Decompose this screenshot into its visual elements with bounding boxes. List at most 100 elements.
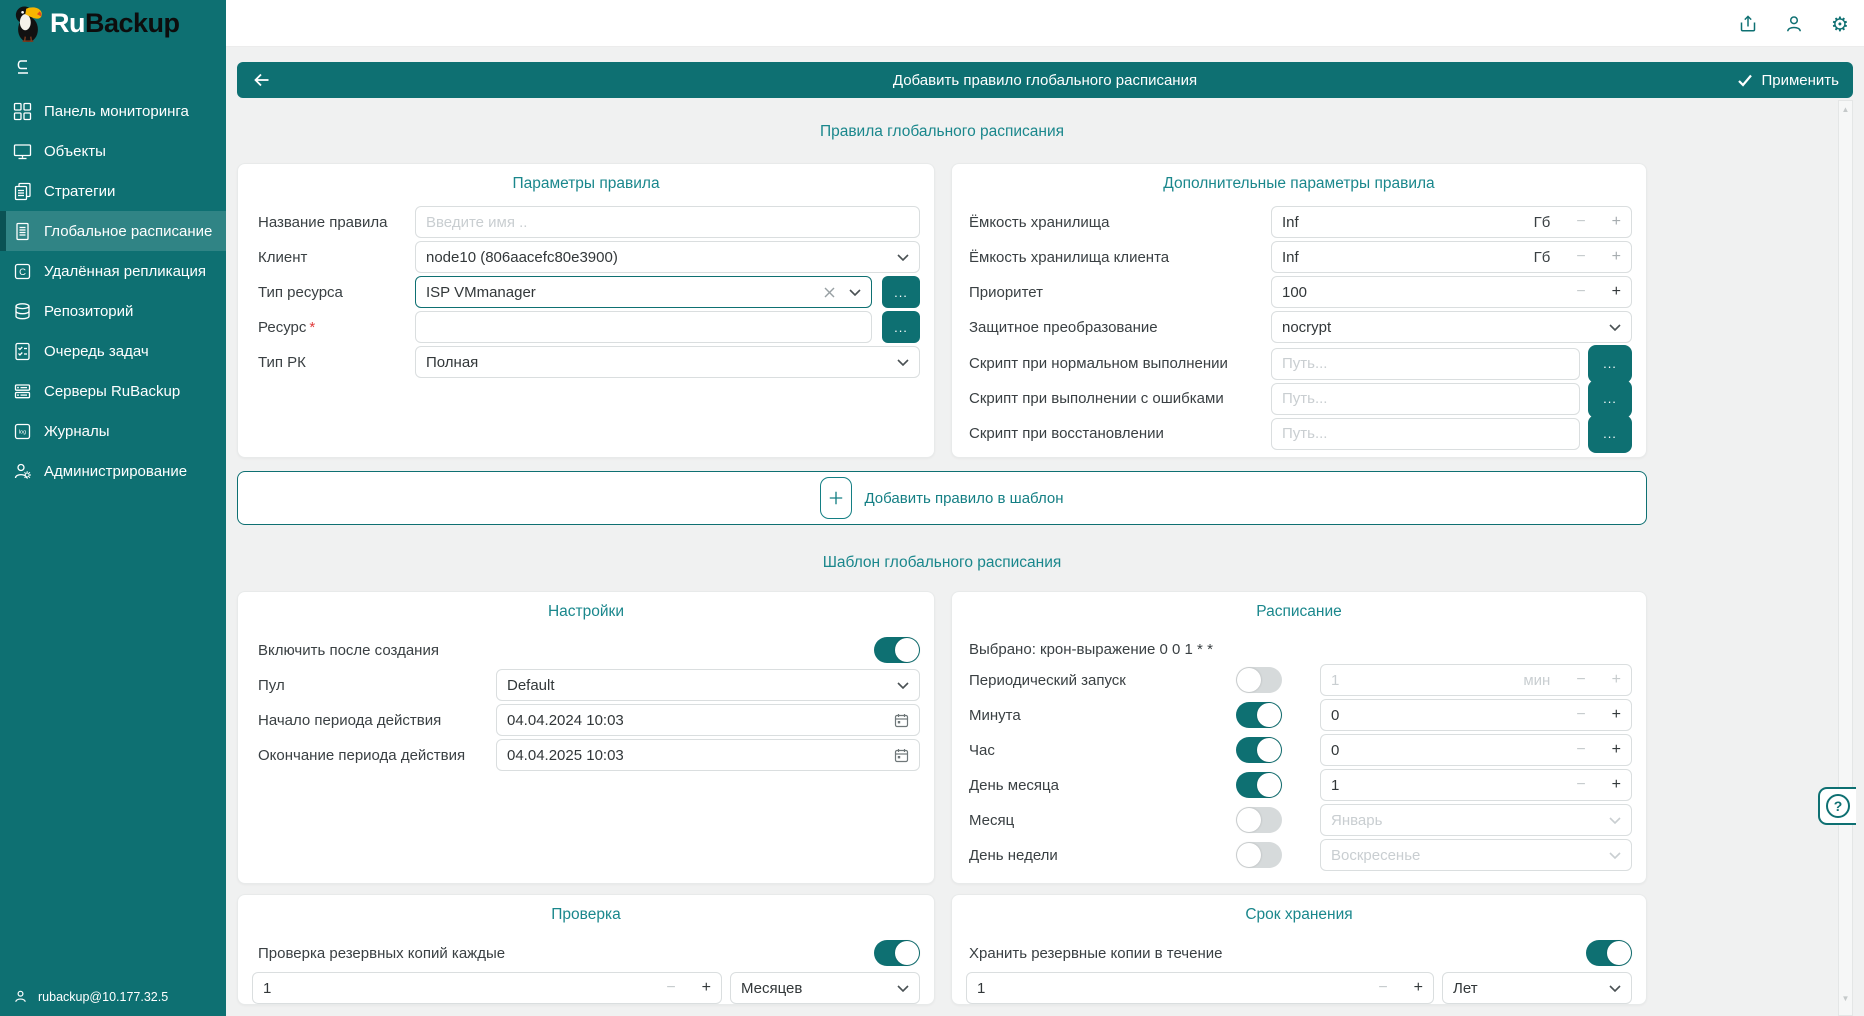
decrement-button[interactable]: − [1576,214,1585,230]
apply-button[interactable]: Применить [1737,72,1839,89]
period-start-input[interactable] [507,712,894,729]
increment-button[interactable]: + [1612,742,1621,758]
chevron-down-icon[interactable] [849,289,861,296]
clear-icon[interactable] [824,287,835,298]
sidebar-item-label: Панель мониторинга [44,103,189,120]
settings-gear-icon[interactable]: ⚙ [1830,14,1850,34]
script-normal-browse-button[interactable]: ... [1588,345,1632,383]
decrement-button[interactable]: − [1576,284,1585,300]
month-toggle[interactable] [1236,807,1282,833]
sidebar-item-objects[interactable]: Объекты [0,131,226,171]
script-error-browse-button[interactable]: ... [1588,380,1632,418]
increment-button[interactable]: + [1612,777,1621,793]
upload-icon[interactable] [1738,14,1758,34]
retention-toggle[interactable] [1586,940,1632,966]
resource-type-combobox[interactable]: ISP VMmanager [415,276,872,308]
monitor-icon [13,142,32,161]
crypt-select[interactable]: nocrypt [1271,311,1632,343]
help-button[interactable]: ? [1818,787,1856,825]
sidebar-item-label: Журналы [44,423,110,440]
vertical-scrollbar[interactable]: ▲ ▼ [1838,100,1853,1016]
month-day-field[interactable]: 1 −+ [1320,769,1632,801]
resource-type-browse-button[interactable]: ... [882,276,920,308]
template-section-title: Шаблон глобального расписания [237,554,1647,572]
backup-type-value: Полная [426,354,478,371]
hour-toggle[interactable] [1236,737,1282,763]
scroll-down-icon[interactable]: ▼ [1839,994,1852,1003]
sidebar-item-task-queue[interactable]: Очередь задач [0,331,226,371]
sidebar-item-administration[interactable]: Администрирование [0,451,226,491]
sidebar-item-strategies[interactable]: Стратегии [0,171,226,211]
pool-select[interactable]: Default [496,669,920,701]
minute-label: Минута [966,707,1236,724]
increment-button[interactable]: + [1612,249,1621,265]
decrement-button[interactable]: − [666,980,675,996]
rule-name-input[interactable] [426,214,909,231]
script-restore-browse-button[interactable]: ... [1588,415,1632,453]
decrement-button[interactable]: − [1378,980,1387,996]
backup-type-select[interactable]: Полная [415,346,920,378]
sidebar-item-monitoring-panel[interactable]: Панель мониторинга [0,91,226,131]
resource-input[interactable] [426,319,861,336]
retention-unit-select[interactable]: Лет [1442,972,1632,1004]
card-title: Расписание [966,602,1632,622]
periodic-run-value: 1 [1331,672,1339,689]
hour-value: 0 [1331,742,1339,759]
account-icon[interactable] [1784,14,1804,34]
periodic-run-label: Периодический запуск [966,672,1236,689]
minute-toggle[interactable] [1236,702,1282,728]
verify-interval-unit-select[interactable]: Месяцев [730,972,920,1004]
client-capacity-unit: Гб [1534,249,1551,266]
collapse-sidebar-icon[interactable] [13,59,35,77]
back-button[interactable] [251,69,273,91]
log-icon: log [13,422,32,441]
extra-parameters-card: Дополнительные параметры правила Ёмкость… [951,163,1647,458]
script-restore-field [1271,418,1580,450]
month-day-label: День месяца [966,777,1236,794]
increment-button[interactable]: + [1612,707,1621,723]
decrement-button[interactable]: − [1576,707,1585,723]
sidebar-item-repository[interactable]: Репозиторий [0,291,226,331]
resource-type-label: Тип ресурса [252,284,415,301]
card-title: Настройки [252,602,920,622]
sidebar-item-remote-replication[interactable]: C Удалённая репликация [0,251,226,291]
hour-field[interactable]: 0 − + [1320,734,1632,766]
decrement-button[interactable]: − [1576,777,1585,793]
minute-field[interactable]: 0 −+ [1320,699,1632,731]
script-error-input[interactable] [1282,390,1569,407]
increment-button[interactable]: + [702,980,711,996]
increment-button[interactable]: + [1612,284,1621,300]
verify-interval-field[interactable]: 1 −+ [252,972,722,1004]
verify-backups-toggle[interactable] [874,940,920,966]
admin-user-gear-icon [13,462,32,481]
sidebar-item-logs[interactable]: log Журналы [0,411,226,451]
retention-interval-field[interactable]: 1 −+ [966,972,1434,1004]
script-restore-input[interactable] [1282,425,1569,442]
calendar-icon[interactable] [894,748,909,763]
calendar-icon[interactable] [894,713,909,728]
capacity-field[interactable]: Inf Гб−+ [1271,206,1632,238]
card-title: Параметры правила [252,174,920,194]
periodic-run-toggle[interactable] [1236,667,1282,693]
increment-button[interactable]: + [1414,980,1423,996]
increment-button[interactable]: + [1612,214,1621,230]
enable-after-create-toggle[interactable] [874,637,920,663]
scroll-up-icon[interactable]: ▲ [1839,105,1852,114]
sidebar-item-global-schedule[interactable]: Глобальное расписание [0,211,226,251]
client-select[interactable]: node10 (806aacefc80e3900) [415,241,920,273]
decrement-button[interactable]: − [1576,249,1585,265]
period-end-input[interactable] [507,747,894,764]
client-capacity-field[interactable]: Inf Гб−+ [1271,241,1632,273]
week-day-value: Воскресенье [1331,847,1420,864]
week-day-toggle[interactable] [1236,842,1282,868]
month-day-toggle[interactable] [1236,772,1282,798]
resource-browse-button[interactable]: ... [882,311,920,343]
periodic-run-unit: мин [1523,672,1550,689]
sidebar-item-rubackup-servers[interactable]: Серверы RuBackup [0,371,226,411]
script-normal-input[interactable] [1282,355,1569,372]
decrement-button[interactable]: − [1576,742,1585,758]
chevron-down-icon [1609,852,1621,859]
priority-field[interactable]: 100 −+ [1271,276,1632,308]
add-rule-to-template-button[interactable]: Добавить правило в шаблон [237,471,1647,525]
priority-label: Приоритет [966,284,1271,301]
